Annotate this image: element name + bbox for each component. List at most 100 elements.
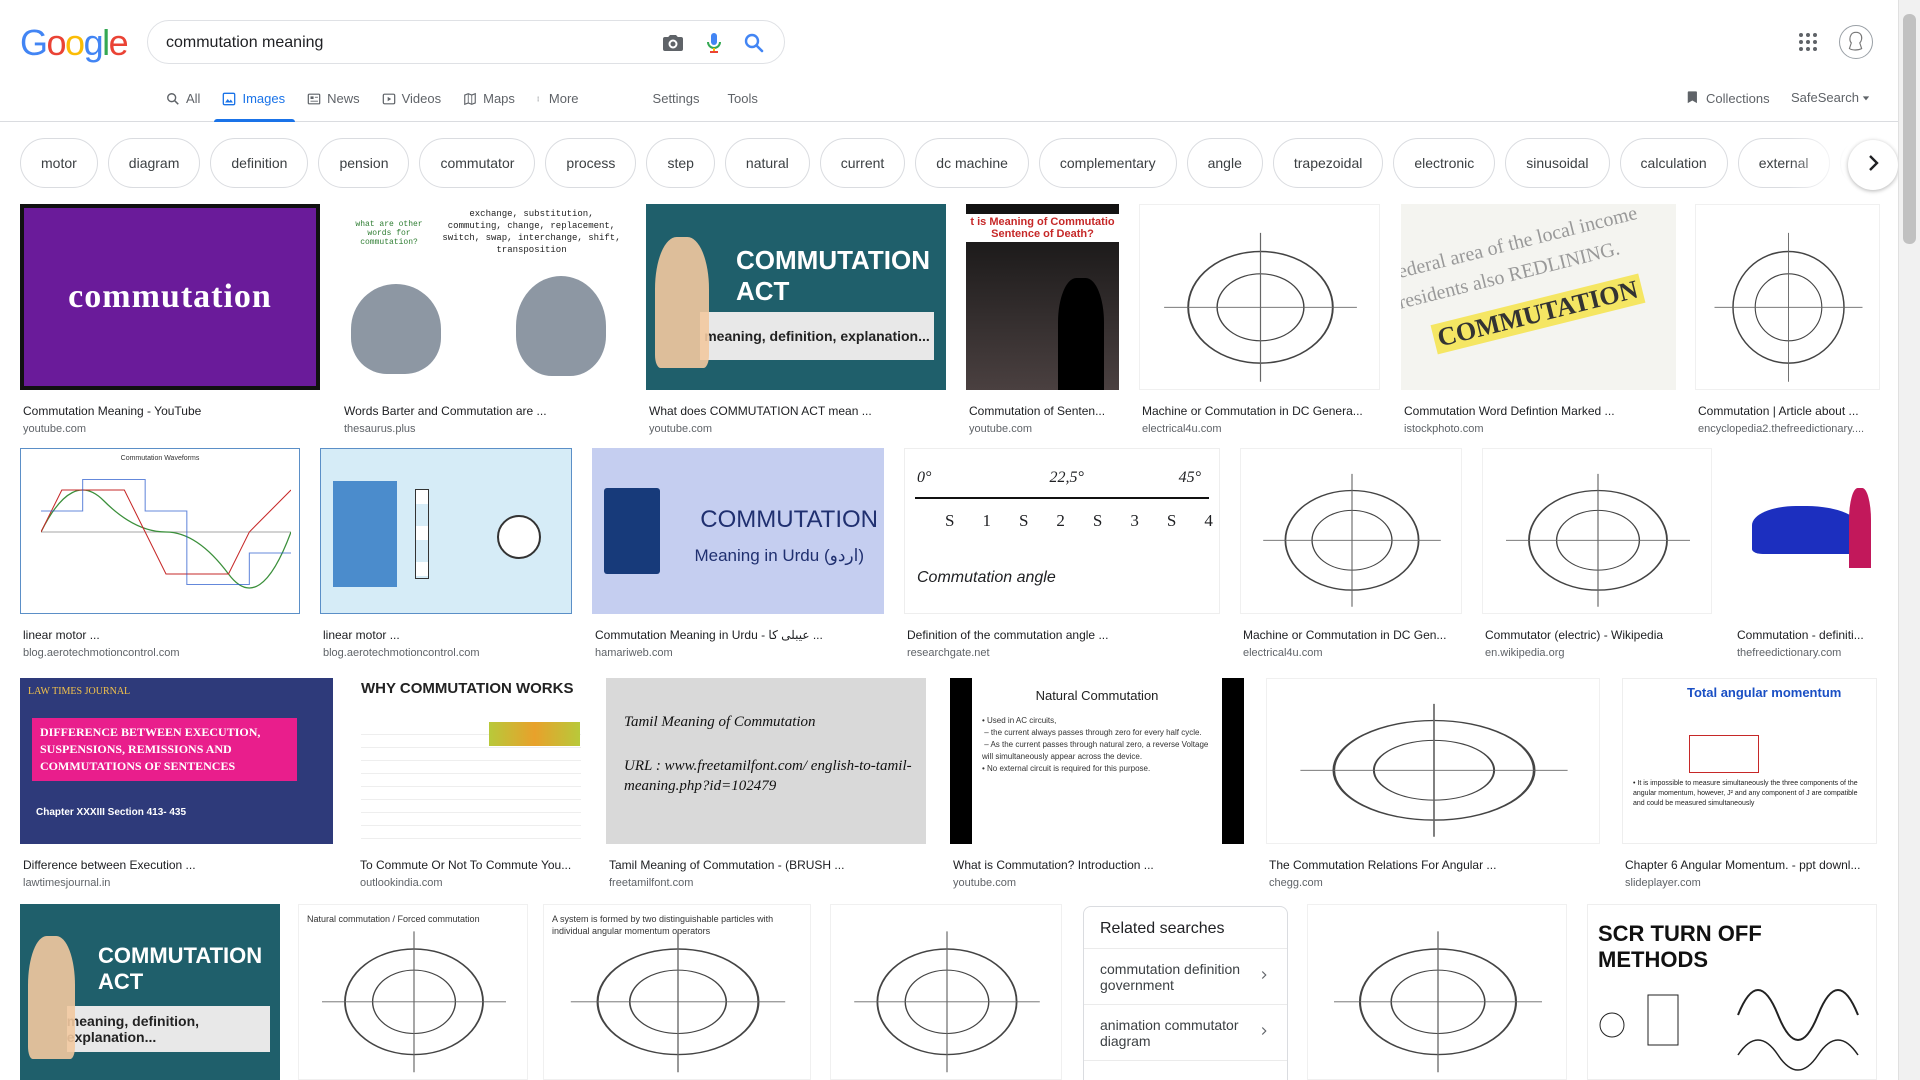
chip-dc-machine[interactable]: dc machine xyxy=(915,138,1029,188)
result-title[interactable]: Commutator (electric) - Wikipedia xyxy=(1485,628,1709,642)
chip-trapezoidal[interactable]: trapezoidal xyxy=(1272,138,1384,188)
result-title[interactable]: Commutation of Senten... xyxy=(969,404,1116,418)
search-input[interactable] xyxy=(166,31,636,55)
related-search-item[interactable]: commutation ... xyxy=(1084,1061,1287,1080)
result-source[interactable]: istockphoto.com xyxy=(1404,423,1673,435)
result-source[interactable]: thefreedictionary.com xyxy=(1737,647,1876,659)
result-title[interactable]: Machine or Commutation in DC Genera... xyxy=(1142,404,1377,418)
result-thumbnail[interactable]: COMMUTATION ACT meaning, definition, exp… xyxy=(646,204,946,390)
chip-diagram[interactable]: diagram xyxy=(107,138,201,188)
collections-link[interactable]: Collections xyxy=(1686,90,1770,107)
result-title[interactable]: What does COMMUTATION ACT mean ... xyxy=(649,404,943,418)
chip-current[interactable]: current xyxy=(819,138,906,188)
result-thumbnail[interactable]: Natural commutation / Forced commutation xyxy=(298,904,528,1080)
result-thumbnail[interactable]: Tamil Meaning of Commutation URL : www.f… xyxy=(606,678,926,844)
tools-link[interactable]: Tools xyxy=(728,88,758,122)
search-icon[interactable] xyxy=(742,31,766,55)
result-title[interactable]: linear motor ... xyxy=(23,628,297,642)
tab-more[interactable]: More xyxy=(537,88,579,122)
search-box[interactable] xyxy=(147,20,785,64)
result-title[interactable]: Commutation - definiti... xyxy=(1737,628,1876,642)
result-title[interactable]: What is Commutation? Introduction ... xyxy=(953,858,1241,872)
result-thumbnail[interactable] xyxy=(1307,904,1567,1080)
chips-next-button[interactable] xyxy=(1848,140,1898,190)
result-source[interactable]: lawtimesjournal.in xyxy=(23,877,330,889)
result-thumbnail[interactable] xyxy=(1266,678,1600,844)
result-thumbnail[interactable] xyxy=(830,904,1062,1080)
result-source[interactable]: youtube.com xyxy=(23,423,317,435)
result-source[interactable]: blog.aerotechmotioncontrol.com xyxy=(323,647,569,659)
result-thumbnail[interactable]: commutation xyxy=(20,204,320,390)
result-thumbnail[interactable]: Natural Commutation • Used in AC circuit… xyxy=(950,678,1244,844)
result-source[interactable]: youtube.com xyxy=(969,423,1116,435)
chip-electronic[interactable]: electronic xyxy=(1393,138,1496,188)
result-source[interactable]: outlookindia.com xyxy=(360,877,582,889)
scrollbar[interactable] xyxy=(1898,0,1920,1080)
result-title[interactable]: Commutation Word Defintion Marked ... xyxy=(1404,404,1673,418)
result-thumbnail[interactable]: t is Meaning of Commutatio Sentence of D… xyxy=(966,204,1119,390)
result-thumbnail[interactable]: SCR TURN OFF METHODS xyxy=(1587,904,1877,1080)
safesearch-dropdown[interactable]: SafeSearch xyxy=(1791,90,1870,105)
chip-angle[interactable]: angle xyxy=(1186,138,1263,188)
avatar[interactable] xyxy=(1839,25,1873,59)
result-source[interactable]: electrical4u.com xyxy=(1142,423,1377,435)
result-source[interactable]: encyclopedia2.thefreedictionary.... xyxy=(1698,423,1877,435)
google-logo[interactable]: Google xyxy=(20,22,129,64)
result-source[interactable]: researchgate.net xyxy=(907,647,1217,659)
tab-all[interactable]: All xyxy=(166,88,200,122)
result-source[interactable]: hamariweb.com xyxy=(595,647,881,659)
chip-motor[interactable]: motor xyxy=(20,138,98,188)
chip-step[interactable]: step xyxy=(646,138,715,188)
result-title[interactable]: Machine or Commutation in DC Gen... xyxy=(1243,628,1459,642)
result-source[interactable]: blog.aerotechmotioncontrol.com xyxy=(23,647,297,659)
result-source[interactable]: youtube.com xyxy=(649,423,943,435)
result-title[interactable]: Chapter 6 Angular Momentum. - ppt downl.… xyxy=(1625,858,1874,872)
result-title[interactable]: Commutation Meaning in Urdu - عیبلی کا .… xyxy=(595,628,881,642)
result-source[interactable]: freetamilfont.com xyxy=(609,877,923,889)
tab-images[interactable]: Images xyxy=(214,88,295,122)
result-source[interactable]: thesaurus.plus xyxy=(344,423,623,435)
result-source[interactable]: electrical4u.com xyxy=(1243,647,1459,659)
result-thumbnail[interactable]: A system is formed by two distinguishabl… xyxy=(543,904,811,1080)
result-title[interactable]: Words Barter and Commutation are ... xyxy=(344,404,623,418)
result-thumbnail[interactable]: Commutation Waveforms xyxy=(20,448,300,614)
result-title[interactable]: Commutation | Article about ... xyxy=(1698,404,1877,418)
related-search-item[interactable]: commutation definition government xyxy=(1084,949,1287,1005)
chip-definition[interactable]: definition xyxy=(210,138,309,188)
result-thumbnail[interactable]: COMMUTATION Meaning in Urdu (اردو) xyxy=(592,448,884,614)
camera-icon[interactable] xyxy=(661,31,685,55)
result-thumbnail[interactable]: LAW TIMES JOURNAL DIFFERENCE BETWEEN EXE… xyxy=(20,678,333,844)
chip-natural[interactable]: natural xyxy=(724,138,810,188)
tab-maps[interactable]: Maps xyxy=(463,88,515,122)
result-title[interactable]: Difference between Execution ... xyxy=(23,858,330,872)
tab-news[interactable]: News xyxy=(307,88,360,122)
chip-process[interactable]: process xyxy=(545,138,637,188)
result-title[interactable]: linear motor ... xyxy=(323,628,569,642)
microphone-icon[interactable] xyxy=(702,31,726,55)
result-title[interactable]: Tamil Meaning of Commutation - (BRUSH ..… xyxy=(609,858,923,872)
result-thumbnail[interactable] xyxy=(1139,204,1380,390)
result-thumbnail[interactable]: exchange, substitution, commuting, chang… xyxy=(341,204,626,390)
result-title[interactable]: Definition of the commutation angle ... xyxy=(907,628,1217,642)
result-source[interactable]: chegg.com xyxy=(1269,877,1597,889)
scrollbar-thumb[interactable] xyxy=(1903,14,1916,244)
chip-complementary[interactable]: complementary xyxy=(1038,138,1177,188)
result-thumbnail[interactable] xyxy=(1482,448,1712,614)
apps-grid-icon[interactable] xyxy=(1796,30,1820,54)
related-search-item[interactable]: animation commutator diagram xyxy=(1084,1005,1287,1061)
result-thumbnail[interactable]: WHY COMMUTATION WORKS xyxy=(357,678,585,844)
chip-calculation[interactable]: calculation xyxy=(1619,138,1728,188)
result-title[interactable]: The Commutation Relations For Angular ..… xyxy=(1269,858,1597,872)
result-thumbnail[interactable]: 0° 22,5° 45° S1S2S3S4S5 Commutation angl… xyxy=(904,448,1220,614)
settings-link[interactable]: Settings xyxy=(653,88,700,122)
result-thumbnail[interactable]: COMMUTATION ACT meaning, definition, exp… xyxy=(20,904,280,1080)
chip-sinusoidal[interactable]: sinusoidal xyxy=(1505,138,1610,188)
result-source[interactable]: en.wikipedia.org xyxy=(1485,647,1709,659)
result-thumbnail[interactable] xyxy=(1695,204,1880,390)
result-thumbnail[interactable]: federal area of the local income residen… xyxy=(1401,204,1676,390)
result-title[interactable]: To Commute Or Not To Commute You... xyxy=(360,858,582,872)
result-thumbnail[interactable] xyxy=(320,448,572,614)
result-title[interactable]: Commutation Meaning - YouTube xyxy=(23,404,317,418)
chip-pension[interactable]: pension xyxy=(318,138,410,188)
result-thumbnail[interactable]: Total angular momentum • It is impossibl… xyxy=(1622,678,1877,844)
